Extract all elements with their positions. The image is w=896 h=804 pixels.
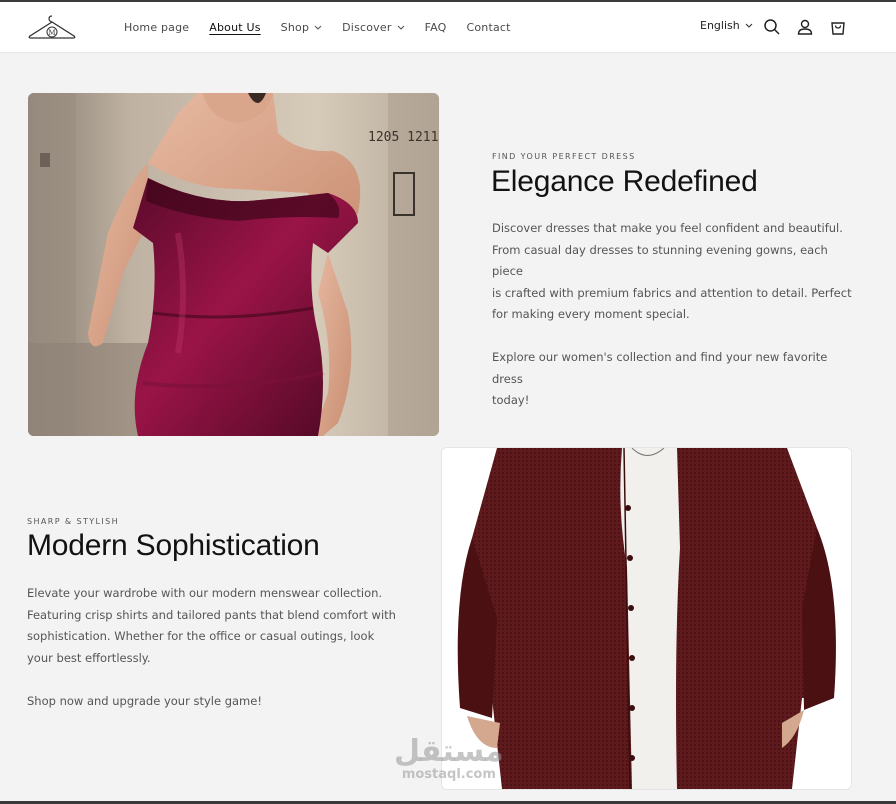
nav-label: Contact <box>466 21 511 34</box>
nav-label: Home page <box>124 21 190 34</box>
nav-label: Shop <box>280 21 310 34</box>
brand-logo[interactable]: M <box>26 12 78 44</box>
nav-contact[interactable]: Contact <box>467 21 511 34</box>
nav-shop[interactable]: Shop <box>281 21 322 34</box>
text-line: Discover dresses that make you feel conf… <box>492 221 843 235</box>
nav-label: Discover <box>342 21 392 34</box>
chevron-down-icon <box>397 25 404 30</box>
text-line: Explore our women's collection and find … <box>492 350 828 386</box>
main-nav: Home page About Us Shop Discover FAQ Con… <box>124 2 531 53</box>
dress-image: 1205 1211 <box>28 93 439 436</box>
text-line: Shop now and upgrade your style game! <box>27 693 262 708</box>
section1-eyebrow: FIND YOUR PERFECT DRESS <box>492 152 636 161</box>
watermark: مستقل mostaql.com <box>394 736 504 782</box>
language-selector[interactable]: English <box>700 19 753 32</box>
text-line: From casual day dresses to stunning even… <box>492 242 828 279</box>
search-icon[interactable] <box>763 18 781 36</box>
watermark-latin: mostaql.com <box>401 767 496 782</box>
account-icon[interactable] <box>796 18 814 36</box>
section2-paragraph: Elevate your wardrobe with our modern me… <box>27 583 397 712</box>
chevron-down-icon <box>745 23 753 28</box>
nav-discover[interactable]: Discover <box>342 21 404 34</box>
nav-about-us[interactable]: About Us <box>209 21 260 34</box>
text-line: is crafted with premium fabrics and atte… <box>492 285 852 300</box>
text-line: sophistication. Whether for the office o… <box>27 629 375 643</box>
text-line: your best effortlessly. <box>27 650 151 665</box>
watermark-arabic: مستقل <box>394 734 504 769</box>
section1-paragraph: Discover dresses that make you feel conf… <box>492 218 852 412</box>
language-label: English <box>700 19 740 32</box>
section1-heading: Elegance Redefined <box>491 165 758 198</box>
site-header: M Home page About Us Shop Discover FAQ C… <box>0 2 896 53</box>
text-line: Featuring crisp shirts and tailored pant… <box>27 607 396 622</box>
nav-label: About Us <box>209 21 261 34</box>
section2-eyebrow: SHARP & STYLISH <box>27 517 120 526</box>
cart-icon[interactable] <box>829 18 847 36</box>
chevron-down-icon <box>314 25 322 30</box>
svg-text:1205 1211: 1205 1211 <box>368 130 438 145</box>
text-line: Elevate your wardrobe with our modern me… <box>27 586 383 600</box>
svg-text:M: M <box>48 29 55 37</box>
nav-home[interactable]: Home page <box>124 21 189 34</box>
dress-photo: 1205 1211 <box>28 93 439 436</box>
nav-label: FAQ <box>424 21 447 34</box>
text-line: for making every moment special. <box>492 307 690 321</box>
nav-faq[interactable]: FAQ <box>425 21 447 34</box>
section2-heading: Modern Sophistication <box>27 529 320 562</box>
text-line: today! <box>492 393 530 407</box>
